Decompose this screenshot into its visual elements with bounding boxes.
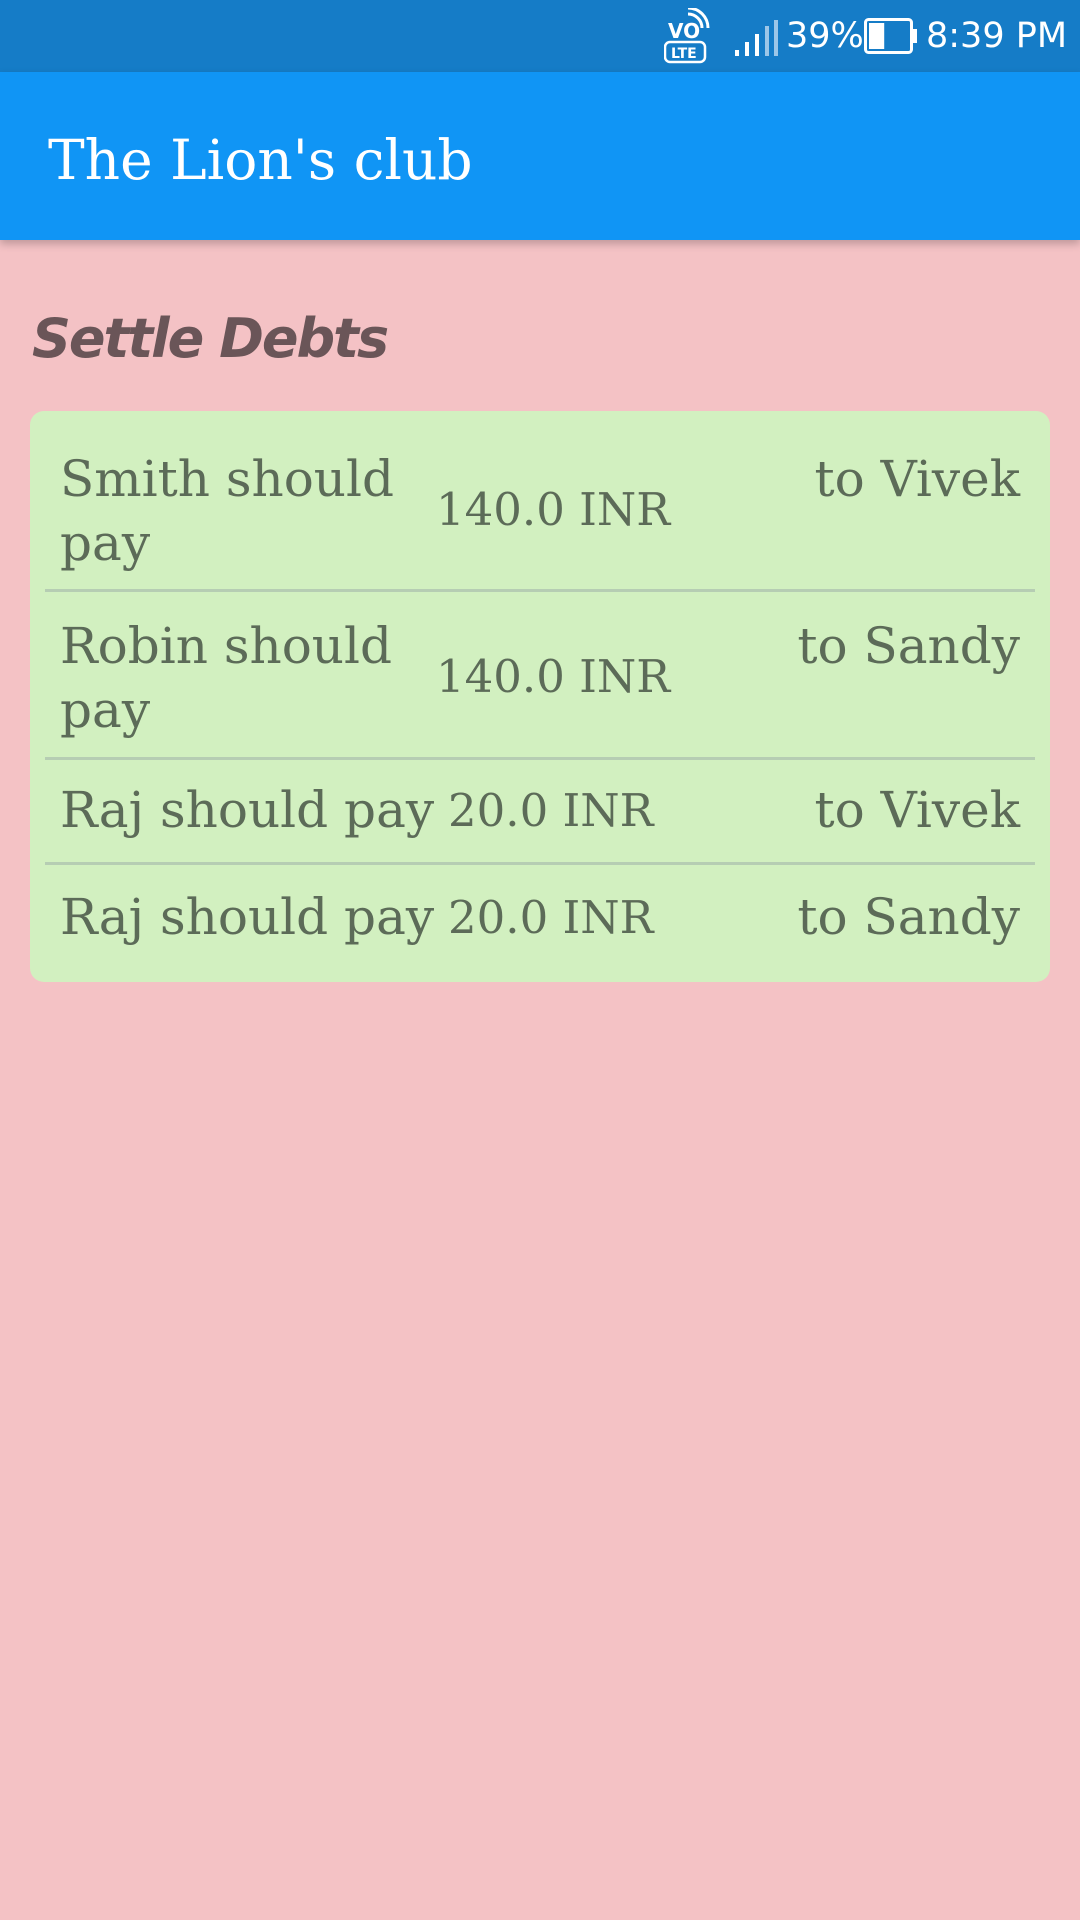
battery-icon	[864, 18, 917, 54]
debt-row[interactable]: Raj should pay 20.0 INR to Sandy	[30, 865, 1050, 982]
payee-label: to Sandy	[797, 617, 1020, 675]
payee-label: to Vivek	[814, 450, 1020, 508]
svg-text:LTE: LTE	[671, 46, 697, 62]
amount-label: 20.0 INR	[448, 784, 654, 837]
debts-list: Smith should pay 140.0 INR to Vivek Robi…	[30, 411, 1050, 982]
battery-percent: 39%	[786, 16, 864, 56]
debt-row[interactable]: Smith should pay 140.0 INR to Vivek	[30, 411, 1050, 589]
payee-label: to Vivek	[814, 781, 1020, 839]
settle-debts-heading: Settle Debts	[32, 307, 389, 370]
signal-icon	[735, 20, 778, 56]
payee-label: to Sandy	[797, 888, 1020, 946]
payer-label: Robin should pay	[60, 617, 393, 739]
app-title: The Lion's club	[48, 128, 473, 192]
debt-row[interactable]: Raj should pay 20.0 INR to Vivek	[30, 760, 1050, 862]
payer-label: Raj should pay	[60, 888, 435, 946]
status-bar: VO LTE 39% 8:39 PM	[0, 0, 1080, 72]
amount-label: 140.0 INR	[436, 483, 671, 536]
payer-label: Raj should pay	[60, 781, 435, 839]
status-clock: 8:39 PM	[926, 16, 1068, 56]
amount-label: 20.0 INR	[448, 891, 654, 944]
debt-row[interactable]: Robin should pay 140.0 INR to Sandy	[30, 592, 1050, 757]
svg-text:VO: VO	[668, 19, 700, 43]
amount-label: 140.0 INR	[436, 650, 671, 703]
payer-label: Smith should pay	[60, 450, 395, 572]
app-bar: The Lion's club	[0, 72, 1080, 240]
volte-icon: VO LTE	[664, 8, 710, 64]
